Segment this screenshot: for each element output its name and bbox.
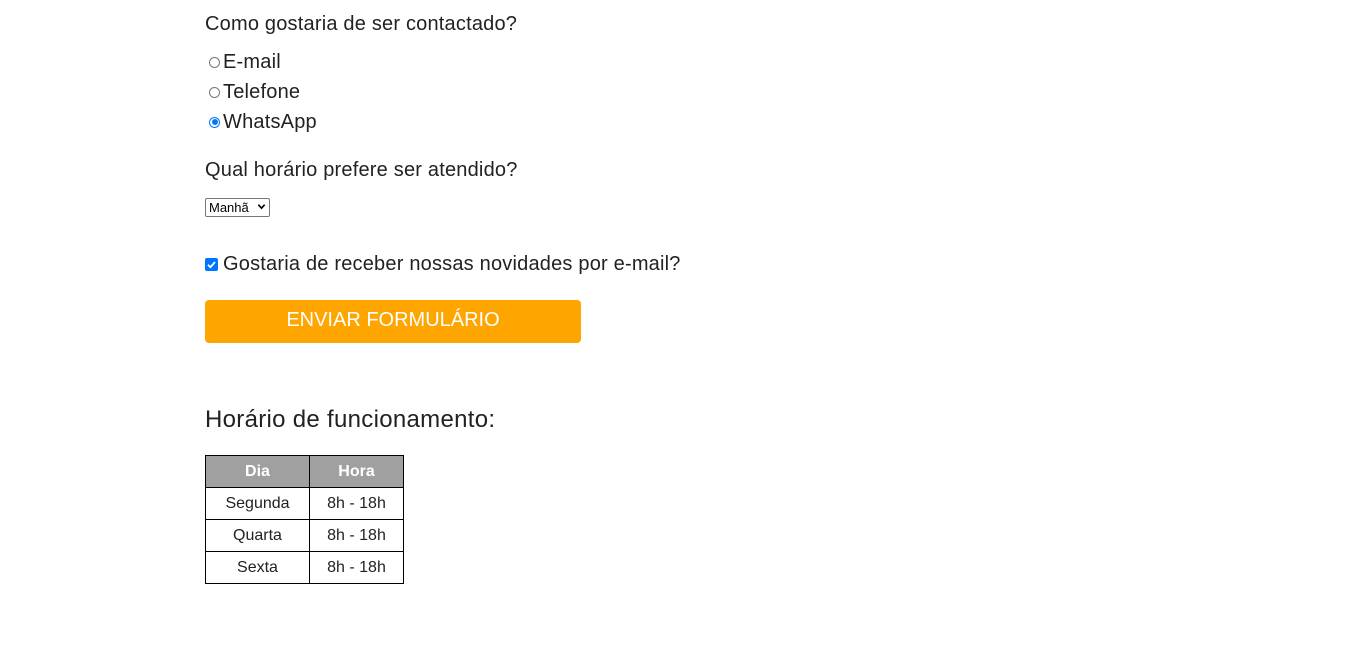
column-header-day: Dia [205, 455, 310, 488]
hour-cell: 8h - 18h [309, 551, 404, 584]
day-cell: Segunda [205, 487, 310, 520]
hour-cell: 8h - 18h [309, 519, 404, 552]
radio-whatsapp[interactable]: WhatsApp [209, 110, 317, 134]
column-header-hour: Hora [309, 455, 404, 488]
radio-button[interactable] [209, 116, 220, 128]
radio-label: WhatsApp [223, 110, 317, 133]
newsletter-checkbox[interactable] [205, 257, 218, 271]
radio-label: Telefone [223, 80, 301, 103]
table-row: Quarta 8h - 18h [205, 519, 404, 552]
schedule-selected-value: Manhã [209, 200, 249, 215]
radio-telefone[interactable]: Telefone [209, 80, 300, 104]
newsletter-option[interactable]: Gostaria de receber nossas novidades por… [205, 252, 681, 276]
day-cell: Sexta [205, 551, 310, 584]
submit-button[interactable]: ENVIAR FORMULÁRIO [205, 300, 581, 343]
table-header-row: Dia Hora [205, 455, 404, 488]
radio-button[interactable] [209, 56, 220, 68]
table-row: Sexta 8h - 18h [205, 551, 404, 584]
day-cell: Quarta [205, 519, 310, 552]
table-row: Segunda 8h - 18h [205, 487, 404, 520]
hours-title: Horário de funcionamento: [205, 406, 496, 433]
hours-table: Dia Hora Segunda 8h - 18h Quarta 8h - 18… [205, 455, 404, 584]
radio-label: E-mail [223, 50, 281, 73]
radio-button[interactable] [209, 86, 220, 98]
checkmark-icon [207, 260, 216, 269]
schedule-select[interactable]: Manhã [205, 198, 270, 217]
radio-email[interactable]: E-mail [209, 50, 281, 74]
contact-question: Como gostaria de ser contactado? [205, 13, 518, 35]
schedule-question: Qual horário prefere ser atendido? [205, 159, 518, 181]
chevron-down-icon [257, 204, 266, 210]
newsletter-label: Gostaria de receber nossas novidades por… [223, 252, 681, 275]
hour-cell: 8h - 18h [309, 487, 404, 520]
